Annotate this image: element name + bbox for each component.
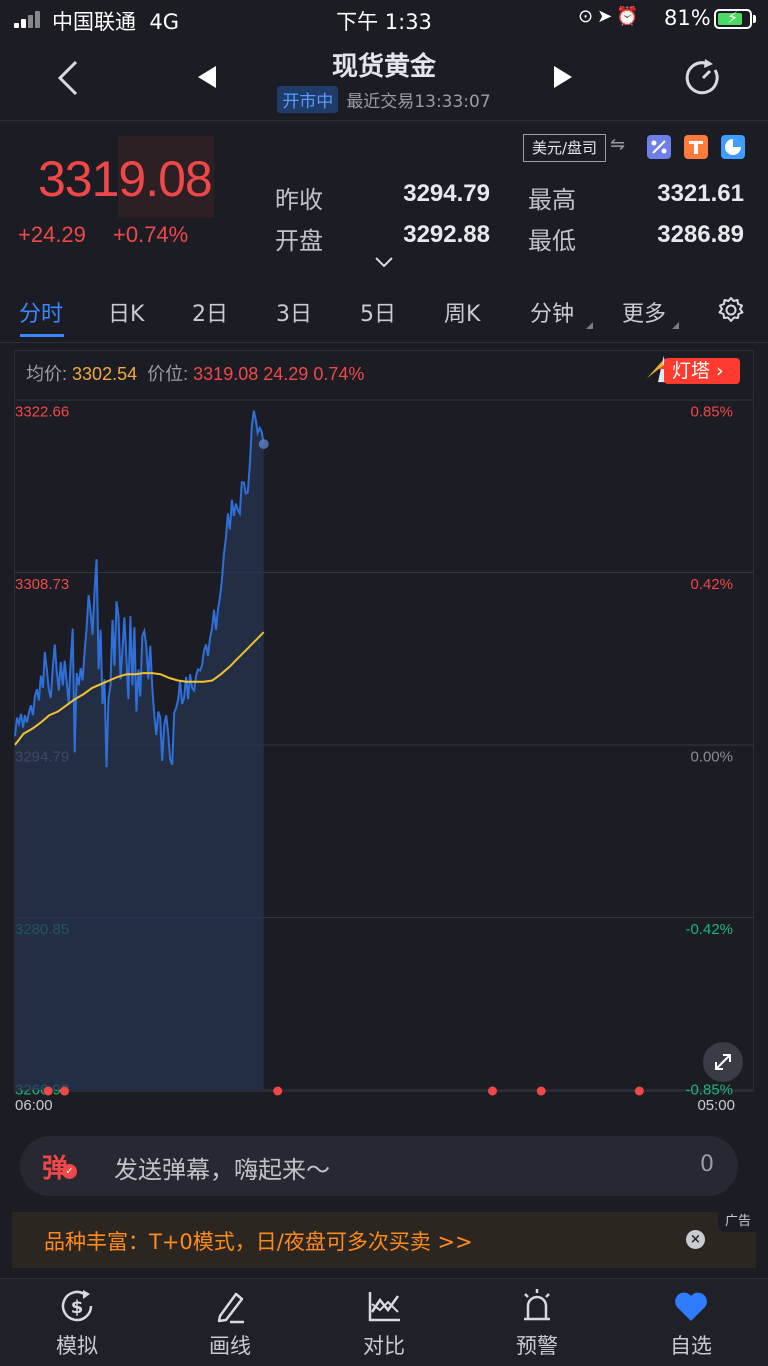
y-tick-label-right: 0.00% (690, 748, 733, 765)
simulate-icon: $ (61, 1290, 93, 1322)
x-tick-label: 06:00 (15, 1097, 53, 1114)
danmu-input[interactable]: 发送弹幕，嗨起来～ (114, 1150, 330, 1185)
nav-simulate[interactable]: $ 模拟 (22, 1286, 132, 1360)
nav-draw-line[interactable]: 画线 (175, 1286, 285, 1360)
y-tick-label-left: 3308.73 (15, 576, 69, 593)
compare-icon (368, 1292, 400, 1322)
danmu-check-icon: ✓ (62, 1164, 77, 1179)
event-marker (536, 1086, 546, 1096)
nav-alarm[interactable]: 预警 (482, 1286, 592, 1360)
event-marker (59, 1086, 69, 1096)
last-price-dot (258, 439, 269, 450)
ad-tag: 广告 (718, 1212, 758, 1232)
danmu-count: 0 (700, 1152, 714, 1177)
event-marker (487, 1086, 497, 1096)
y-tick-label-right: 0.85% (690, 403, 733, 420)
expand-chart-button[interactable] (703, 1042, 743, 1082)
event-marker (43, 1086, 53, 1096)
ad-text[interactable]: 品种丰富：T+0模式，日/夜盘可多次买卖 >> (44, 1226, 473, 1256)
y-tick-label-right: -0.42% (685, 921, 733, 938)
ad-close-icon[interactable]: × (686, 1230, 705, 1249)
event-marker (273, 1086, 283, 1096)
x-tick-label: 05:00 (697, 1097, 735, 1114)
nav-watchlist[interactable]: 自选 (636, 1286, 746, 1360)
y-tick-label-right: -0.85% (685, 1081, 733, 1098)
nav-compare[interactable]: 对比 (329, 1286, 439, 1360)
expand-icon (715, 1054, 731, 1070)
price-area (15, 410, 264, 1091)
svg-text:$: $ (71, 1297, 84, 1318)
heart-icon (675, 1292, 707, 1321)
draw-line-icon (217, 1292, 244, 1324)
y-tick-label-right: 0.42% (690, 576, 733, 593)
y-tick-label-left: 3322.66 (15, 403, 69, 420)
alarm-icon (524, 1289, 550, 1321)
event-marker (634, 1086, 644, 1096)
